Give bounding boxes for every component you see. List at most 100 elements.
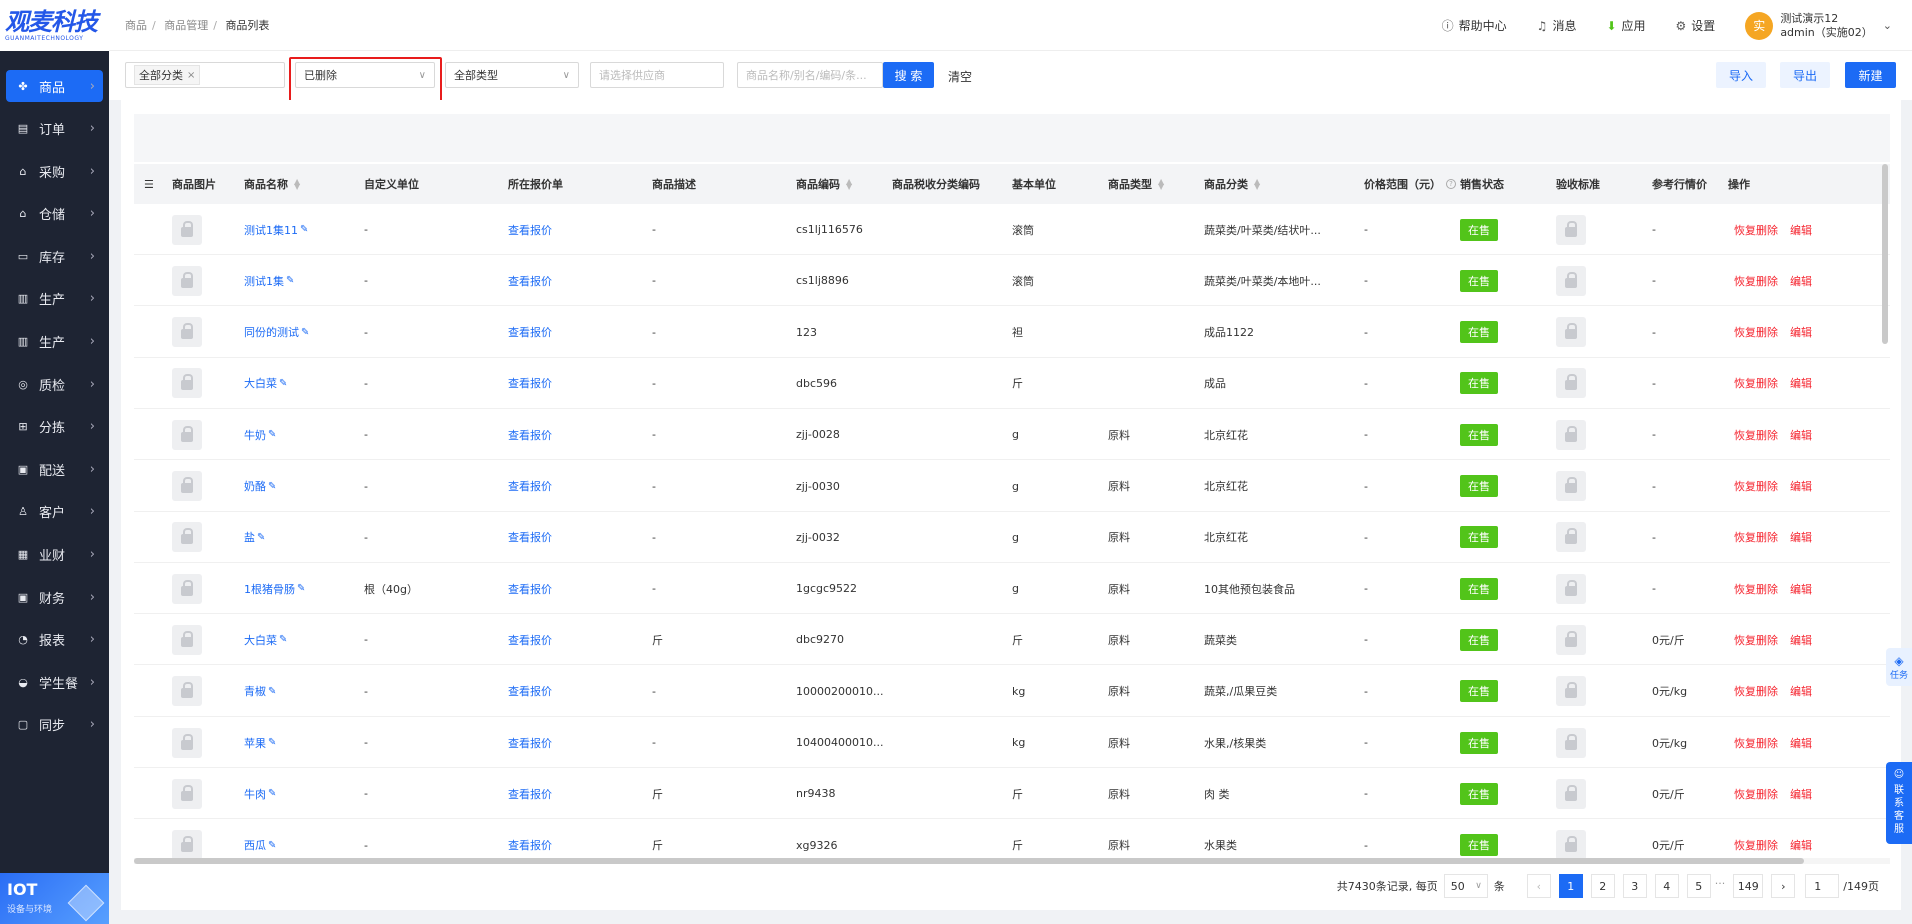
horizontal-scrollbar[interactable] — [134, 858, 1890, 864]
image-placeholder-icon[interactable] — [1556, 368, 1586, 399]
restore-button[interactable]: 恢复删除 — [1734, 427, 1778, 443]
prev-page-button[interactable]: ‹ — [1526, 874, 1551, 898]
name-cell[interactable]: 测试1集11 ✎ — [244, 204, 308, 255]
restore-button[interactable]: 恢复删除 — [1734, 324, 1778, 340]
task-button[interactable]: ◈ 任务 — [1886, 648, 1912, 686]
supplier-select[interactable]: 请选择供应商 — [590, 62, 724, 88]
name-cell[interactable]: 大白菜 ✎ — [244, 614, 287, 665]
export-button[interactable]: 导出 — [1780, 62, 1830, 88]
pencil-icon[interactable]: ✎ — [279, 634, 287, 645]
product-name-link[interactable]: 青椒 — [244, 683, 266, 699]
image-placeholder-icon[interactable] — [1556, 573, 1586, 604]
sidebar-item[interactable]: ⌂ 仓储 › — [6, 198, 103, 230]
edit-button[interactable]: 编辑 — [1790, 222, 1812, 238]
product-name-link[interactable]: 奶酪 — [244, 478, 266, 494]
quote-link[interactable]: 查看报价 — [508, 820, 552, 858]
settings-button[interactable]: ⚙ 设置 — [1676, 17, 1716, 34]
edit-button[interactable]: 编辑 — [1790, 786, 1812, 802]
restore-button[interactable]: 恢复删除 — [1734, 375, 1778, 391]
sidebar-item[interactable]: ♙ 客户 › — [6, 496, 103, 528]
apps-button[interactable]: ⬇ 应用 — [1606, 17, 1645, 34]
image-placeholder-icon[interactable] — [172, 214, 202, 245]
page-button[interactable]: 149 — [1733, 874, 1764, 898]
product-name-link[interactable]: 大白菜 — [244, 632, 277, 648]
restore-button[interactable]: 恢复删除 — [1734, 581, 1778, 597]
image-placeholder-icon[interactable] — [1556, 778, 1586, 809]
sidebar-item[interactable]: ▣ 财务 › — [6, 581, 103, 613]
quote-link[interactable]: 查看报价 — [508, 255, 552, 306]
sidebar-item[interactable]: ⌂ 采购 › — [6, 155, 103, 187]
page-button[interactable]: 1 — [1558, 874, 1583, 898]
pencil-icon[interactable]: ✎ — [268, 737, 276, 748]
help-icon[interactable]: ? — [1446, 179, 1456, 189]
edit-button[interactable]: 编辑 — [1790, 375, 1812, 391]
image-placeholder-icon[interactable] — [1556, 419, 1586, 450]
image-placeholder-icon[interactable] — [172, 265, 202, 296]
help-center-button[interactable]: ⓘ 帮助中心 — [1442, 17, 1507, 34]
image-placeholder-icon[interactable] — [172, 317, 202, 348]
quote-link[interactable]: 查看报价 — [508, 666, 552, 717]
iot-banner[interactable]: IOT 设备与环境 — [0, 873, 109, 924]
page-button[interactable]: 2 — [1590, 874, 1615, 898]
page-jump-input[interactable]: 1 — [1805, 874, 1840, 898]
restore-button[interactable]: 恢复删除 — [1734, 529, 1778, 545]
name-cell[interactable]: 测试1集 ✎ — [244, 255, 294, 306]
image-placeholder-icon[interactable] — [172, 573, 202, 604]
sidebar-item[interactable]: ◒ 学生餐 › — [6, 666, 103, 698]
pencil-icon[interactable]: ✎ — [286, 275, 294, 286]
image-placeholder-icon[interactable] — [1556, 471, 1586, 501]
chevron-down-icon[interactable]: ⌄ — [1883, 19, 1892, 32]
pencil-icon[interactable]: ✎ — [268, 481, 276, 492]
page-button[interactable]: 3 — [1622, 874, 1647, 898]
sidebar-item[interactable]: ✤ 商品 › — [6, 70, 103, 102]
vertical-scrollbar[interactable] — [1882, 164, 1888, 344]
image-placeholder-icon[interactable] — [1556, 317, 1586, 348]
restore-button[interactable]: 恢复删除 — [1734, 786, 1778, 802]
image-placeholder-icon[interactable] — [172, 368, 202, 399]
image-placeholder-icon[interactable] — [1556, 265, 1586, 296]
th-name[interactable]: 商品名称 ▲ ▼ — [244, 164, 300, 204]
edit-button[interactable]: 编辑 — [1790, 478, 1812, 494]
product-name-link[interactable]: 盐 — [244, 529, 255, 545]
contact-service-button[interactable]: ☺ 联 系 客 服 — [1886, 762, 1912, 844]
name-cell[interactable]: 1根猪骨肠 ✎ — [244, 563, 305, 614]
quote-link[interactable]: 查看报价 — [508, 307, 552, 358]
quote-link[interactable]: 查看报价 — [508, 768, 552, 819]
clear-button[interactable]: 清空 — [948, 68, 972, 85]
image-placeholder-icon[interactable] — [172, 676, 202, 707]
edit-button[interactable]: 编辑 — [1790, 273, 1812, 289]
sidebar-item[interactable]: ▤ 订单 › — [6, 113, 103, 145]
product-name-link[interactable]: 苹果 — [244, 735, 266, 751]
search-button[interactable]: 搜 索 — [883, 62, 934, 88]
pencil-icon[interactable]: ✎ — [268, 429, 276, 440]
restore-button[interactable]: 恢复删除 — [1734, 837, 1778, 853]
page-size-select[interactable]: 50 ∨ — [1443, 874, 1488, 898]
pencil-icon[interactable]: ✎ — [301, 327, 309, 338]
new-button[interactable]: 新建 — [1845, 62, 1896, 88]
image-placeholder-icon[interactable] — [172, 471, 202, 501]
restore-button[interactable]: 恢复删除 — [1734, 683, 1778, 699]
product-name-link[interactable]: 牛奶 — [244, 427, 266, 443]
image-placeholder-icon[interactable] — [1556, 214, 1586, 245]
quote-link[interactable]: 查看报价 — [508, 204, 552, 255]
sidebar-item[interactable]: ▢ 同步 › — [6, 709, 103, 741]
image-placeholder-icon[interactable] — [1556, 522, 1586, 553]
image-placeholder-icon[interactable] — [172, 624, 202, 655]
edit-button[interactable]: 编辑 — [1790, 427, 1812, 443]
column-settings-icon[interactable]: ☰ — [144, 164, 154, 204]
restore-button[interactable]: 恢复删除 — [1734, 478, 1778, 494]
sidebar-item[interactable]: ▥ 生产 › — [6, 326, 103, 358]
page-button[interactable]: 4 — [1654, 874, 1679, 898]
breadcrumb-item[interactable]: 商品管理 — [164, 19, 208, 32]
next-page-button[interactable]: › — [1771, 874, 1796, 898]
sidebar-item[interactable]: ⊞ 分拣 › — [6, 411, 103, 443]
product-name-link[interactable]: 牛肉 — [244, 786, 266, 802]
image-placeholder-icon[interactable] — [1556, 676, 1586, 707]
image-placeholder-icon[interactable] — [1556, 727, 1586, 758]
avatar[interactable]: 实 — [1745, 11, 1774, 40]
quote-link[interactable]: 查看报价 — [508, 614, 552, 665]
scrollbar-thumb[interactable] — [134, 858, 1804, 864]
name-cell[interactable]: 大白菜 ✎ — [244, 358, 287, 409]
image-placeholder-icon[interactable] — [172, 727, 202, 758]
product-name-link[interactable]: 大白菜 — [244, 375, 277, 391]
